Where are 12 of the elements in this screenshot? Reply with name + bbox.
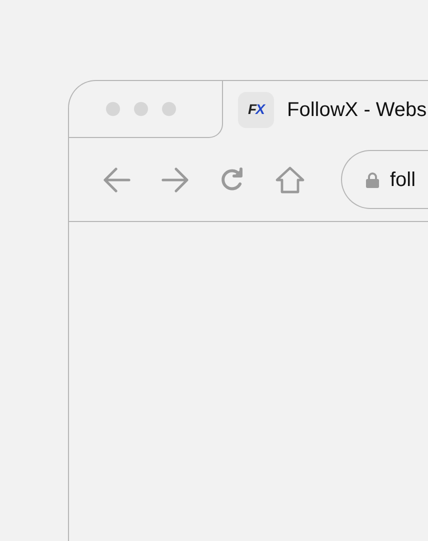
address-bar[interactable]: foll (341, 150, 428, 209)
back-icon[interactable] (103, 166, 131, 192)
tab-title[interactable]: FollowX - Webs (287, 94, 427, 124)
forward-icon[interactable] (161, 166, 189, 192)
home-icon[interactable] (275, 166, 305, 194)
window-control-icon[interactable] (162, 102, 176, 116)
lock-icon (366, 172, 379, 188)
window-control-icon[interactable] (106, 102, 120, 116)
window-control-icon[interactable] (134, 102, 148, 116)
site-logo: FX (238, 92, 274, 128)
url-text: foll (390, 168, 416, 192)
reload-icon[interactable] (219, 166, 245, 192)
